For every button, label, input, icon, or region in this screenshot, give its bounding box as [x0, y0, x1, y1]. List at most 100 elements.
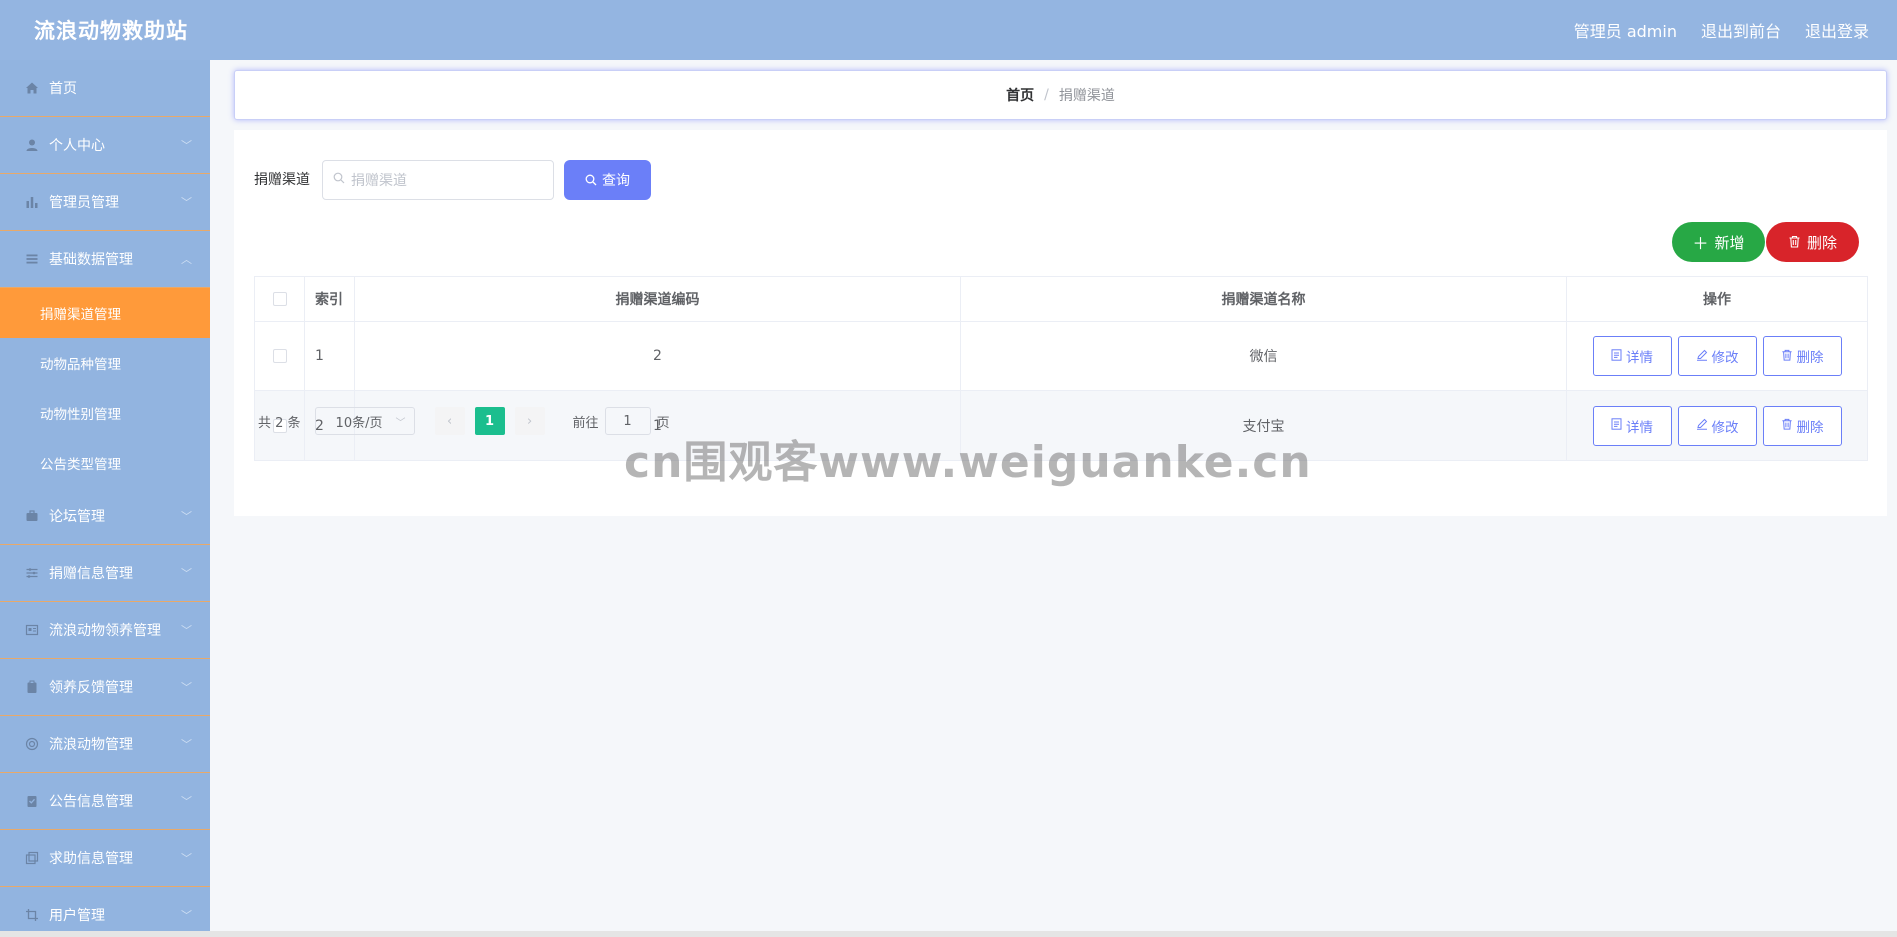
- top-header: 流浪动物救助站 管理员 admin 退出到前台 退出登录: [0, 0, 1897, 60]
- breadcrumb-home[interactable]: 首页: [1006, 85, 1034, 105]
- sidebar-item-label: 流浪动物领养管理: [49, 623, 161, 639]
- sidebar-subitem-donation-channel[interactable]: 捐赠渠道管理: [0, 288, 210, 338]
- bar-chart-icon: [24, 194, 40, 210]
- sidebar-item-adoption[interactable]: 流浪动物领养管理 ﹀: [0, 602, 210, 659]
- sidebar-item-donation-info[interactable]: 捐赠信息管理 ﹀: [0, 545, 210, 602]
- pagination: 共 2 条 10条/页 ﹀ ‹ 1 › 前往 1 页: [258, 406, 670, 436]
- row-ops: 详情 修改 删除: [1567, 322, 1867, 390]
- delete-button[interactable]: 删除: [1762, 405, 1842, 446]
- sidebar-subitem-animal-gender[interactable]: 动物性别管理: [0, 388, 210, 438]
- trash-icon: [1781, 418, 1793, 433]
- row-checkbox[interactable]: [272, 349, 287, 363]
- plus-icon: ＋: [1692, 234, 1709, 253]
- sidebar-item-label: 捐赠信息管理: [49, 566, 133, 582]
- add-button-label: 新增: [1714, 233, 1745, 252]
- sidebar-subitem-animal-breed[interactable]: 动物品种管理: [0, 338, 210, 388]
- chevron-down-icon: ﹀: [181, 909, 192, 922]
- add-button[interactable]: ＋ 新增: [1672, 222, 1765, 262]
- sidebar-item-personal-center[interactable]: 个人中心 ﹀: [0, 117, 210, 174]
- edit-button-label: 修改: [1711, 419, 1739, 436]
- delete-button[interactable]: 删除: [1762, 336, 1842, 376]
- detail-button[interactable]: 详情: [1592, 405, 1672, 446]
- page-size-select[interactable]: 10条/页 ﹀: [314, 407, 415, 435]
- search-input[interactable]: 捐赠渠道: [322, 160, 554, 200]
- sidebar-item-admin-management[interactable]: 管理员管理 ﹀: [0, 174, 210, 231]
- bottom-bar: [0, 931, 1897, 937]
- select-all-checkbox[interactable]: [272, 292, 287, 306]
- sliders-icon: [24, 565, 40, 581]
- document-icon: [1611, 418, 1622, 433]
- admin-label[interactable]: 管理员 admin: [1574, 18, 1677, 42]
- chevron-down-icon: ﹀: [181, 795, 192, 808]
- bulk-delete-button[interactable]: 删除: [1766, 222, 1859, 262]
- chevron-down-icon: ﹀: [181, 852, 192, 865]
- header-code: 捐赠渠道编码: [355, 277, 961, 321]
- sidebar-item-label: 个人中心: [49, 138, 105, 154]
- prev-page-button[interactable]: ‹: [434, 407, 465, 435]
- chevron-left-icon: ‹: [446, 413, 453, 429]
- sidebar-item-home[interactable]: 首页: [0, 60, 210, 117]
- list-icon: [24, 251, 40, 267]
- copy-icon: [24, 850, 40, 866]
- sidebar-item-label: 用户管理: [49, 908, 105, 924]
- sidebar-item-label: 首页: [49, 81, 77, 97]
- sidebar-item-stray-animals[interactable]: 流浪动物管理 ﹀: [0, 716, 210, 773]
- chevron-down-icon: ﹀: [181, 681, 192, 694]
- search-label: 捐赠渠道: [254, 172, 310, 188]
- row-ops: 详情 修改 删除: [1567, 391, 1867, 460]
- sidebar-item-notice-info[interactable]: 公告信息管理 ﹀: [0, 773, 210, 830]
- header-name: 捐赠渠道名称: [961, 277, 1567, 321]
- logout-link[interactable]: 退出登录: [1805, 18, 1869, 42]
- detail-button-label: 详情: [1626, 419, 1653, 436]
- edit-button-label: 修改: [1711, 350, 1739, 366]
- chevron-right-icon: ›: [526, 413, 533, 429]
- row-name: 微信: [961, 322, 1567, 390]
- trash-icon: [1781, 349, 1793, 364]
- sidebar-item-adoption-feedback[interactable]: 领养反馈管理 ﹀: [0, 659, 210, 716]
- user-icon: [24, 137, 40, 153]
- pagination-total: 共 2 条: [258, 415, 301, 431]
- sidebar-subitem-notice-type[interactable]: 公告类型管理: [0, 438, 210, 488]
- detail-button[interactable]: 详情: [1592, 336, 1672, 376]
- sidebar: 首页 个人中心 ﹀ 管理员管理 ﹀ 基础数据管理 ︿ 捐赠渠道管理 动物品种管理…: [0, 60, 210, 937]
- goto-prefix: 前往: [572, 415, 599, 431]
- delete-button-label: 删除: [1796, 419, 1824, 436]
- chevron-down-icon: ﹀: [181, 139, 192, 152]
- bulk-delete-button-label: 删除: [1806, 233, 1837, 252]
- breadcrumb-separator: /: [1044, 87, 1049, 103]
- query-button[interactable]: 查询: [564, 160, 651, 200]
- crop-icon: [24, 907, 40, 923]
- search-icon: [333, 172, 345, 188]
- page-number-current[interactable]: 1: [474, 407, 505, 435]
- edit-button[interactable]: 修改: [1677, 336, 1757, 376]
- sidebar-item-label: 论坛管理: [49, 509, 105, 525]
- sidebar-item-label: 基础数据管理: [49, 252, 133, 268]
- sidebar-item-label: 管理员管理: [49, 195, 119, 211]
- chevron-down-icon: ﹀: [181, 196, 192, 209]
- chevron-down-icon: ﹀: [181, 510, 192, 523]
- exit-to-front-link[interactable]: 退出到前台: [1701, 18, 1781, 42]
- sidebar-item-forum[interactable]: 论坛管理 ﹀: [0, 488, 210, 545]
- circle-icon: [24, 736, 40, 752]
- edit-button[interactable]: 修改: [1677, 405, 1757, 446]
- search-placeholder: 捐赠渠道: [351, 173, 407, 189]
- detail-button-label: 详情: [1626, 350, 1653, 366]
- row-checkbox-cell: [255, 322, 305, 390]
- table-header-row: 索引 捐赠渠道编码 捐赠渠道名称 操作: [255, 277, 1867, 322]
- next-page-button[interactable]: ›: [514, 407, 545, 435]
- chevron-down-icon: ﹀: [181, 567, 192, 580]
- header-ops: 操作: [1703, 292, 1731, 308]
- watermark: cn围观客www.weiguanke.cn: [624, 437, 1312, 488]
- sidebar-item-label: 求助信息管理: [49, 851, 133, 867]
- sidebar-item-basic-data[interactable]: 基础数据管理 ︿: [0, 231, 210, 288]
- home-icon: [24, 80, 40, 96]
- sidebar-item-user-management[interactable]: 用户管理 ﹀: [0, 887, 210, 937]
- row-index: 1: [305, 322, 355, 390]
- pencil-icon: [1696, 418, 1708, 433]
- clipboard-icon: [24, 679, 40, 695]
- sidebar-item-label: 流浪动物管理: [49, 737, 133, 753]
- chevron-up-icon: ︿: [181, 253, 192, 266]
- table-row: 1 2 微信 详情 修改 删除: [255, 322, 1867, 391]
- sidebar-item-help-info[interactable]: 求助信息管理 ﹀: [0, 830, 210, 887]
- row-code: 2: [355, 322, 961, 390]
